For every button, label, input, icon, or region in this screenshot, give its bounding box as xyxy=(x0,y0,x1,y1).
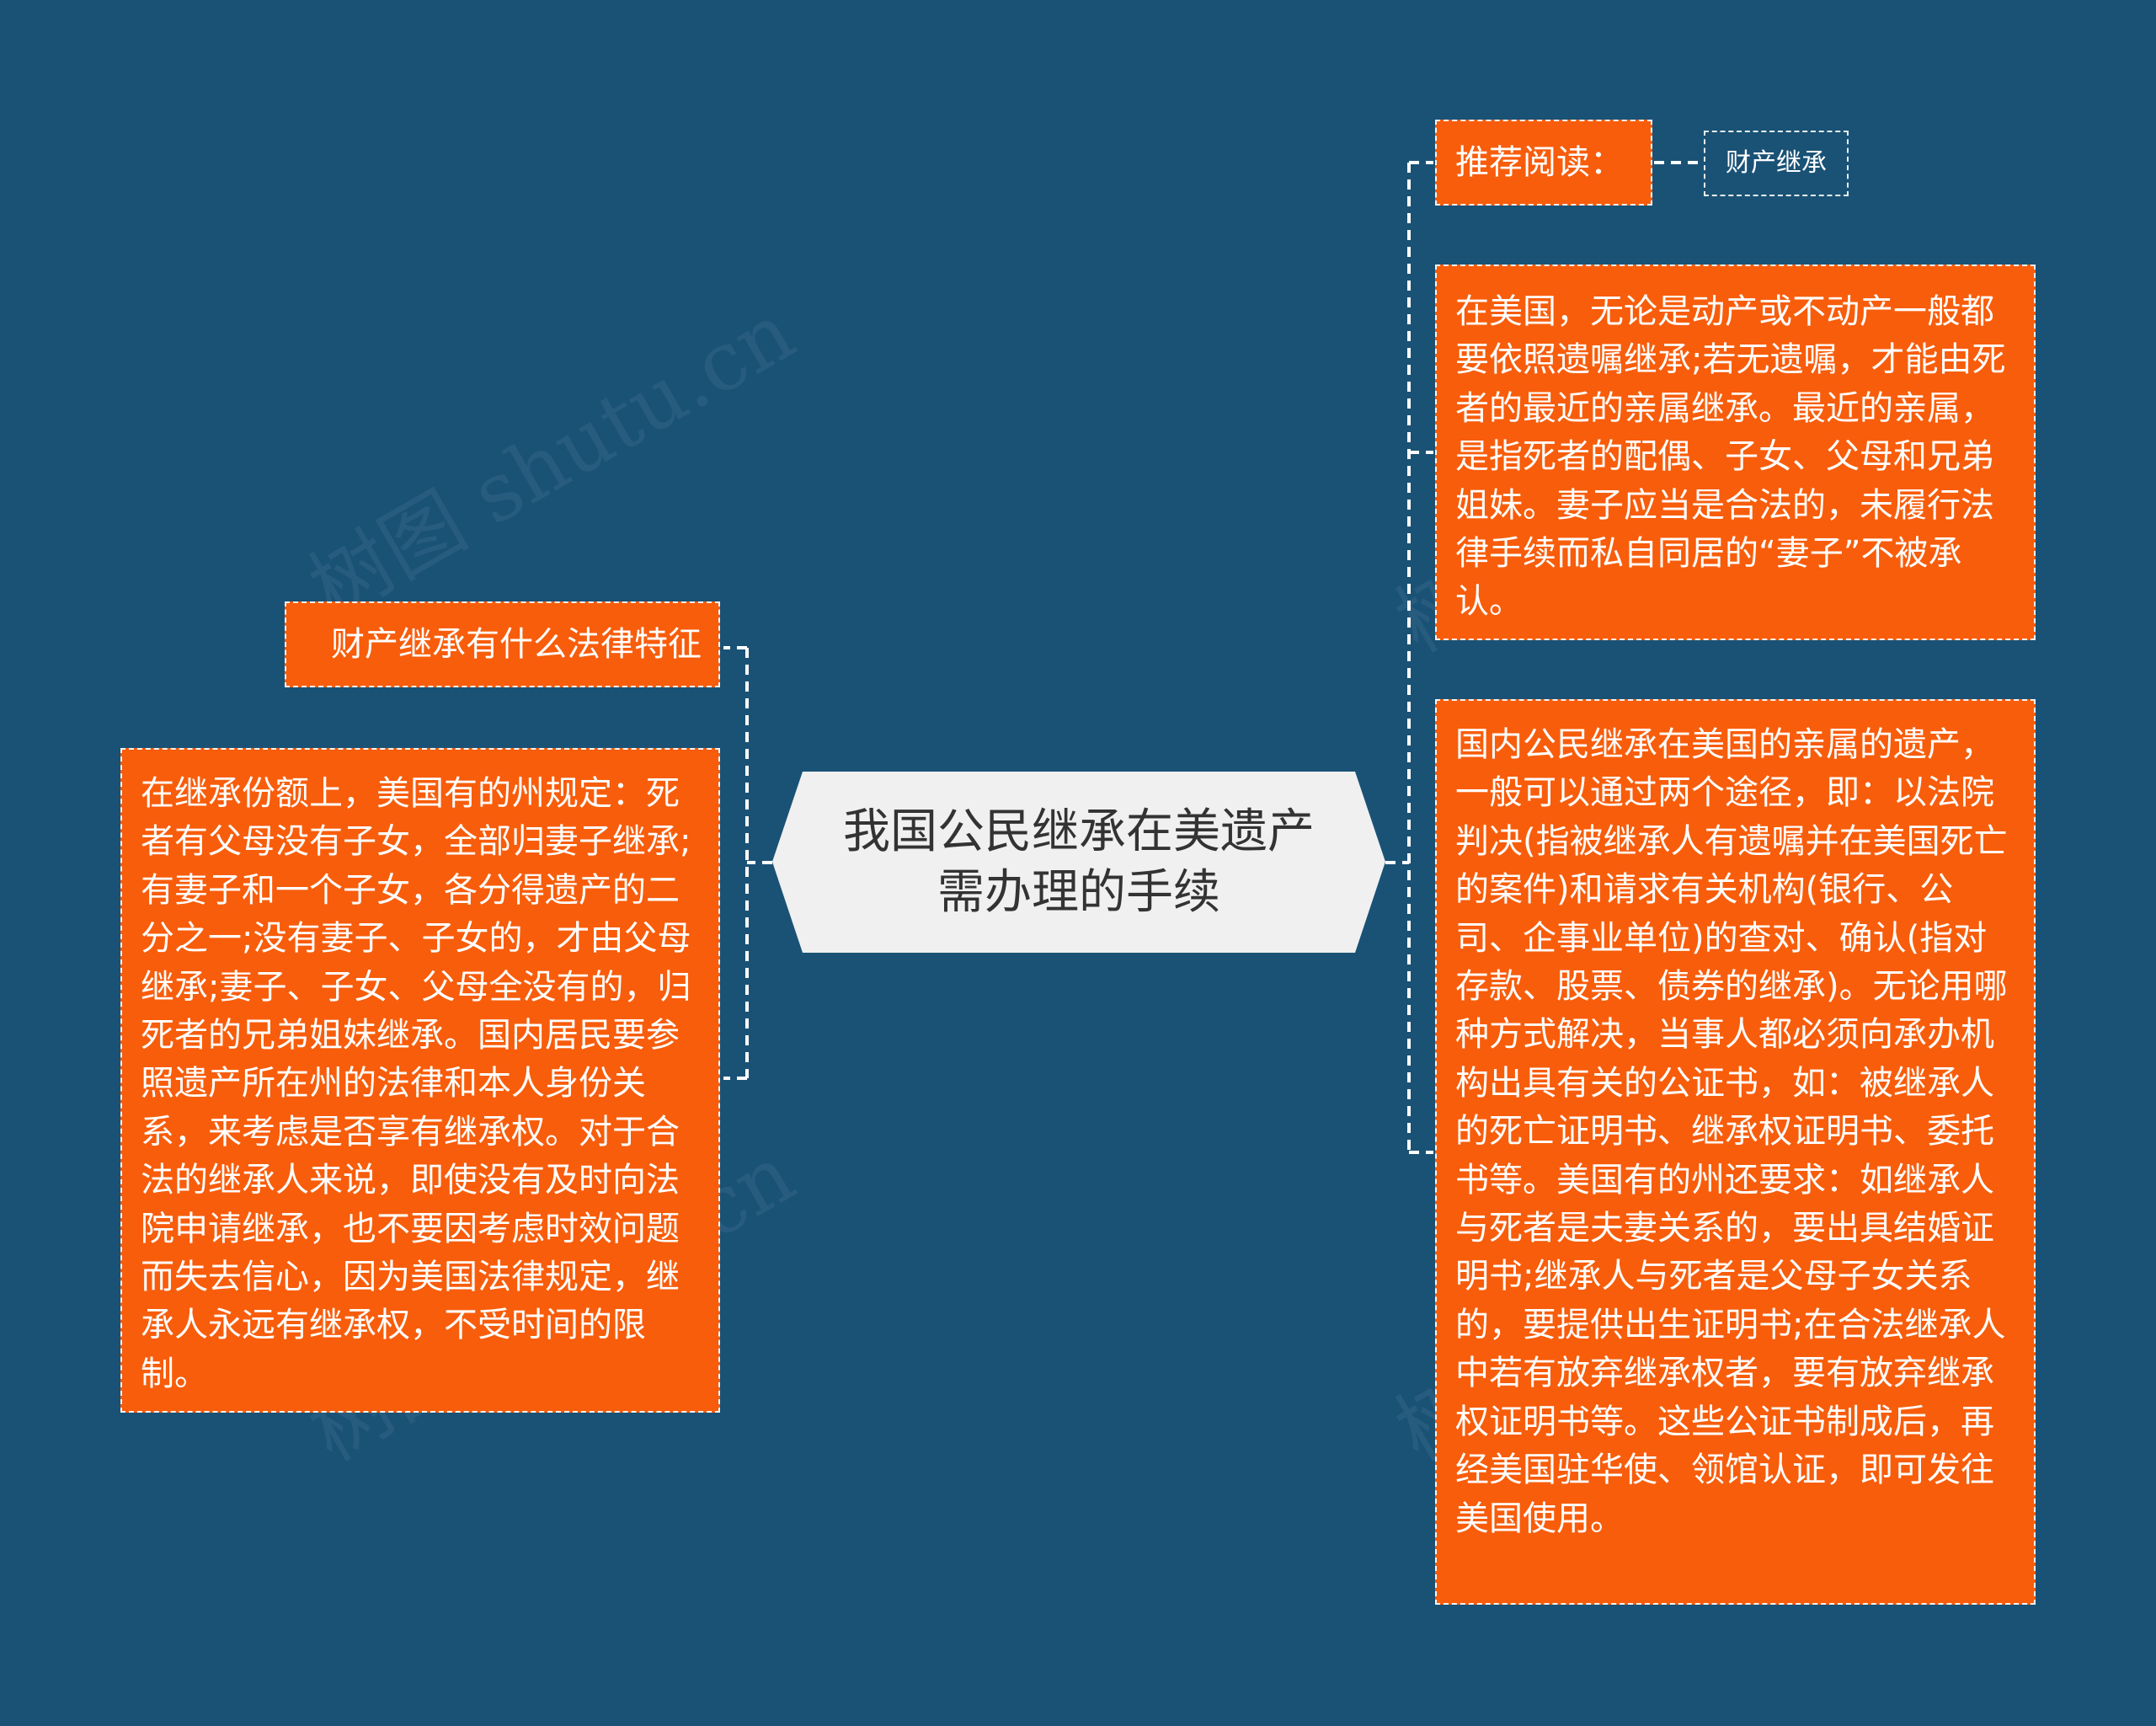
central-topic-text: 我国公民继承在美遗产需办理的手续 xyxy=(843,804,1315,920)
connector-left-trunk xyxy=(723,646,772,1080)
leaf-node-text: 在继承份额上，美国有的州规定：死者有父母没有子女，全部归妻子继承;有妻子和一个子… xyxy=(141,774,691,1393)
branch-node-text: 在美国，无论是动产或不动产一般都要依照遗嘱继承;若无遗嘱，才能由死者的最近的亲属… xyxy=(1455,292,2006,622)
connector-right-trunk xyxy=(1385,161,1433,1154)
branch-node-legal-features[interactable]: 财产继承有什么法律特征 xyxy=(285,601,720,687)
branch-node-inheritance-procedures[interactable]: 国内公民继承在美国的亲属的遗产，一般可以通过两个途径，即：以法院判决(指被继承人… xyxy=(1435,699,2036,1605)
recommended-link-property-inheritance[interactable]: 财产继承 xyxy=(1704,131,1849,196)
recommended-link-text: 财产继承 xyxy=(1726,148,1827,178)
central-topic[interactable]: 我国公民继承在美遗产需办理的手续 xyxy=(772,772,1385,953)
branch-node-us-inheritance-rules[interactable]: 在美国，无论是动产或不动产一般都要依照遗嘱继承;若无遗嘱，才能由死者的最近的亲属… xyxy=(1435,265,2036,640)
branch-node-recommended-reading[interactable]: 推荐阅读： xyxy=(1435,120,1652,206)
leaf-node-inheritance-shares[interactable]: 在继承份额上，美国有的州规定：死者有父母没有子女，全部归妻子继承;有妻子和一个子… xyxy=(120,748,720,1413)
branch-node-label: 财产继承有什么法律特征 xyxy=(331,625,702,664)
recommended-reading-label: 推荐阅读： xyxy=(1455,143,1624,182)
branch-node-text: 国内公民继承在美国的亲属的遗产，一般可以通过两个途径，即：以法院判决(指被继承人… xyxy=(1455,725,2008,1538)
mind-map-canvas: 树图 shutu.cn 树图 shutu.cn 树图 shutu.cn 树图 s… xyxy=(0,0,2156,1726)
